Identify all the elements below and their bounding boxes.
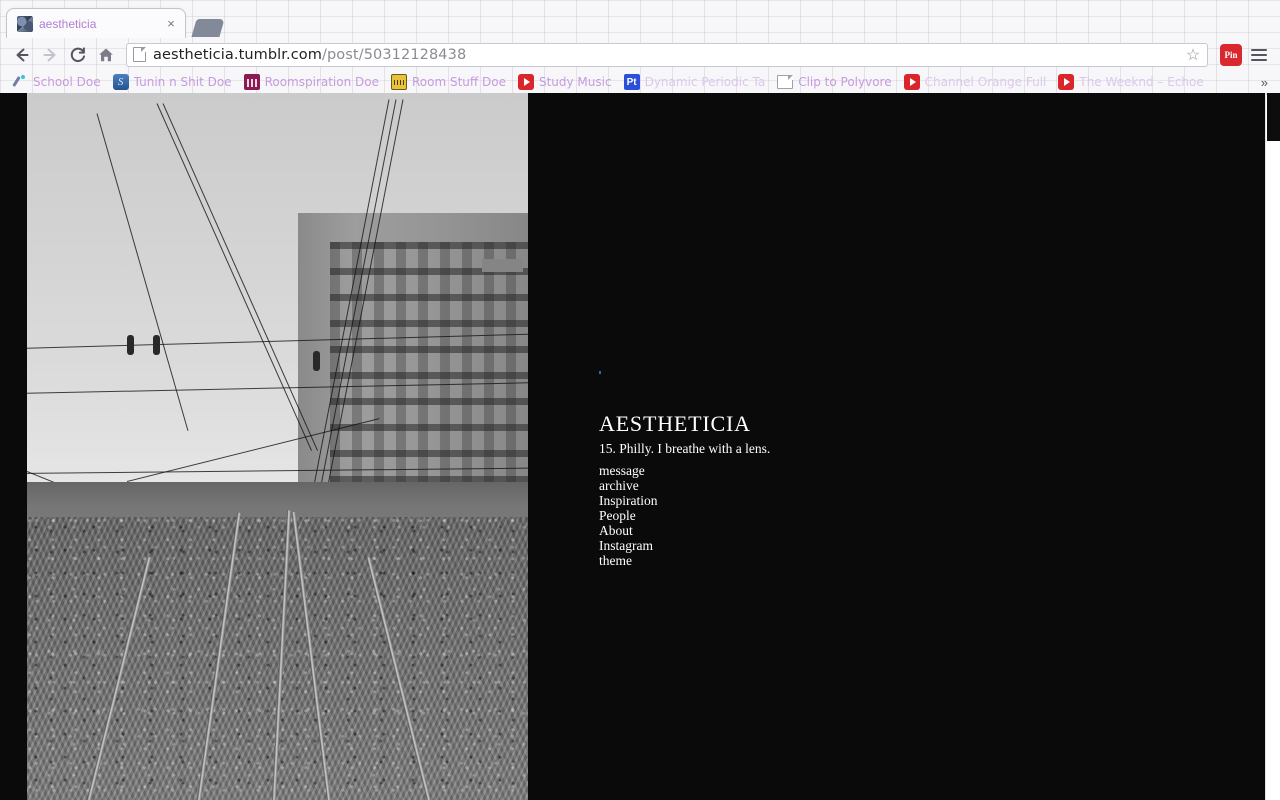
bookmark-item[interactable]: The Weeknd – Echoe xyxy=(1052,73,1209,91)
bookmark-item[interactable]: Dynamic Periodic Ta xyxy=(618,73,772,91)
bookmarks-overflow-chevron[interactable]: » xyxy=(1255,75,1274,90)
browser-window: aestheticia × xyxy=(0,0,1280,800)
page-viewport: AESTHETICIA 15. Philly. I breathe with a… xyxy=(0,93,1280,800)
bookmark-item[interactable]: Roomspiration Doe xyxy=(238,73,385,91)
bookmark-item[interactable]: Study Music xyxy=(512,73,618,91)
butterfly-favicon-icon xyxy=(17,16,33,32)
vertical-scrollbar[interactable] xyxy=(1265,93,1280,800)
pen-icon xyxy=(12,74,28,90)
blog-nav: messagearchiveInspirationPeopleAboutInst… xyxy=(599,463,658,568)
blog-nav-link-inspiration[interactable]: Inspiration xyxy=(599,493,658,508)
bookmark-item[interactable]: School Doe xyxy=(6,73,107,91)
youtube-icon xyxy=(518,74,534,90)
bookmark-item[interactable]: Clip to Polyvore xyxy=(771,73,897,91)
forward-button xyxy=(36,41,64,69)
bookmark-label: Clip to Polyvore xyxy=(798,75,891,89)
tab-strip: aestheticia × xyxy=(0,0,1280,38)
pt-icon xyxy=(624,74,640,90)
bookmark-label: Dynamic Periodic Ta xyxy=(645,75,766,89)
bookmark-label: The Weeknd – Echoe xyxy=(1079,75,1203,89)
menu-line xyxy=(1251,49,1267,51)
tab-title: aestheticia xyxy=(39,17,163,31)
blog-nav-link-message[interactable]: message xyxy=(599,463,658,478)
bookmark-star-icon[interactable]: ☆ xyxy=(1183,45,1203,65)
menu-line xyxy=(1251,59,1267,61)
pinterest-extension-button[interactable]: Pin xyxy=(1220,44,1242,66)
doc-icon xyxy=(777,75,793,89)
scrollbar-thumb[interactable] xyxy=(1267,93,1280,141)
bookmark-label: School Doe xyxy=(33,75,101,89)
tab-aestheticia[interactable]: aestheticia × xyxy=(6,8,186,38)
youtube-icon xyxy=(1058,74,1074,90)
bookmark-item[interactable]: Room Stuff Doe xyxy=(385,73,512,91)
tumblr-page: AESTHETICIA 15. Philly. I breathe with a… xyxy=(0,93,1265,800)
bookmark-label: Roomspiration Doe xyxy=(265,75,379,89)
blue-icon xyxy=(113,74,129,90)
blog-title: AESTHETICIA xyxy=(599,413,751,435)
blog-nav-link-people[interactable]: People xyxy=(599,508,658,523)
menu-line xyxy=(1251,54,1267,56)
browser-toolbar: aestheticia.tumblr.com/post/50312128438 … xyxy=(0,38,1280,71)
bookmark-label: Channel Orange Full xyxy=(925,75,1047,89)
address-bar[interactable]: aestheticia.tumblr.com/post/50312128438 … xyxy=(126,43,1208,67)
bookmark-item[interactable]: Tunin n Shit Doe xyxy=(107,73,238,91)
blog-nav-link-archive[interactable]: archive xyxy=(599,478,658,493)
bookmark-label: Room Stuff Doe xyxy=(412,75,506,89)
home-button[interactable] xyxy=(92,41,120,69)
url-text: aestheticia.tumblr.com/post/50312128438 xyxy=(153,47,1183,63)
blog-nav-link-instagram[interactable]: Instagram xyxy=(599,538,658,553)
gold-icon xyxy=(391,74,407,90)
hamburger-menu-icon[interactable] xyxy=(1246,42,1272,68)
youtube-icon xyxy=(904,74,920,90)
url-domain: aestheticia.tumblr.com xyxy=(153,47,322,63)
new-tab-button[interactable] xyxy=(190,16,224,38)
blog-nav-link-about[interactable]: About xyxy=(599,523,658,538)
photo-tone-overlay xyxy=(27,93,528,800)
bookmark-label: Tunin n Shit Doe xyxy=(134,75,232,89)
page-info-icon xyxy=(133,47,146,62)
back-button[interactable] xyxy=(8,41,36,69)
maroon-icon xyxy=(244,74,260,90)
bookmark-item[interactable]: Channel Orange Full xyxy=(898,73,1053,91)
blog-description: 15. Philly. I breathe with a lens. xyxy=(599,441,770,457)
broken-image-marker-icon xyxy=(599,371,601,374)
url-path: /post/50312128438 xyxy=(322,47,466,63)
photo-post-image[interactable] xyxy=(27,93,528,800)
bookmark-label: Study Music xyxy=(539,75,612,89)
blog-nav-link-theme[interactable]: theme xyxy=(599,553,658,568)
close-icon[interactable]: × xyxy=(163,16,179,32)
reload-button[interactable] xyxy=(64,41,92,69)
bookmarks-bar: School Doe Tunin n Shit Doe Roomspiration … xyxy=(0,71,1280,93)
